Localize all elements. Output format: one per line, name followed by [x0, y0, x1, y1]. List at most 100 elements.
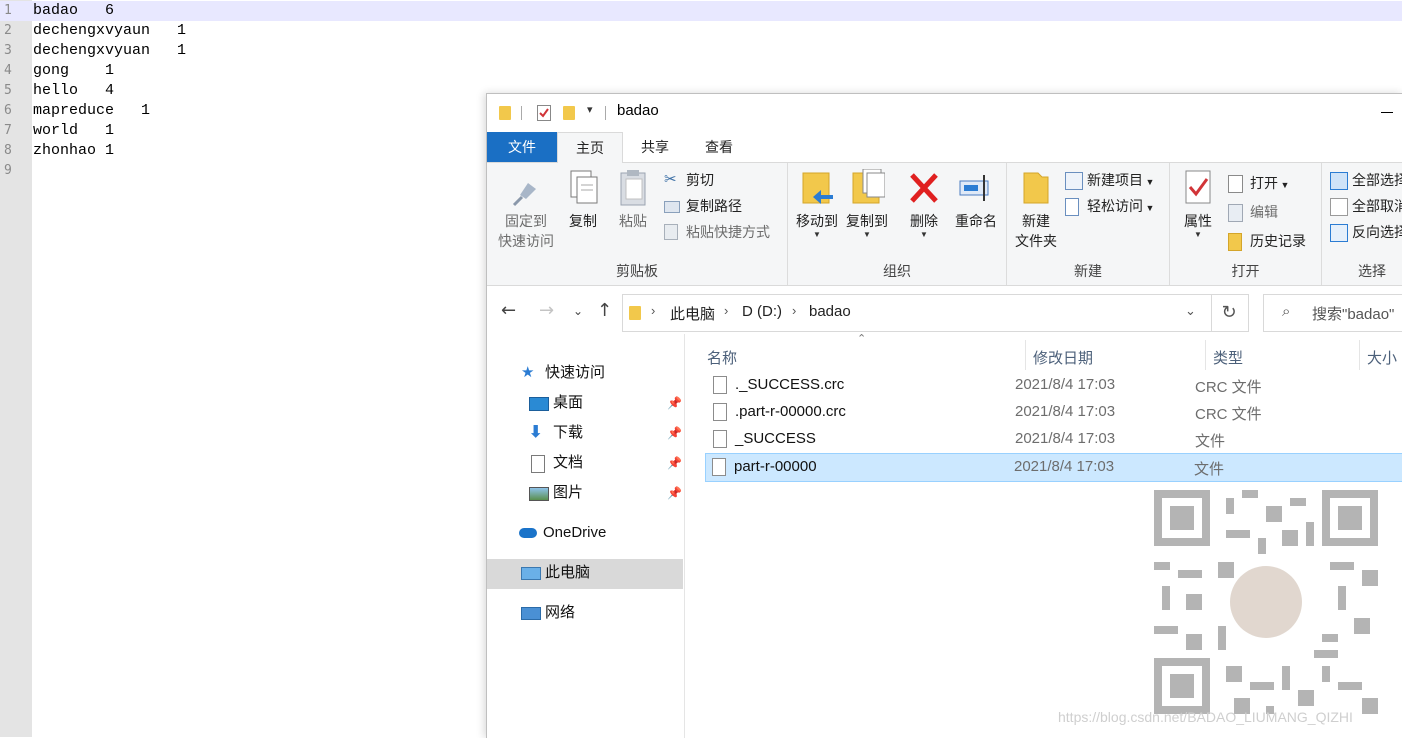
nav-label: 图片 — [553, 484, 584, 501]
properties-button[interactable]: 属性 ▼ — [1174, 169, 1222, 239]
editor-line[interactable]: 1 badao 6 — [0, 1, 1402, 21]
file-name: _SUCCESS — [735, 430, 816, 447]
editor-line[interactable]: 4 gong 1 — [0, 61, 1402, 81]
new-item-icon — [1065, 172, 1083, 190]
rename-button[interactable]: 重命名 — [950, 169, 1002, 231]
edit-label: 编辑 — [1250, 204, 1278, 220]
nav-label: 快速访问 — [545, 364, 606, 381]
address-dropdown-icon[interactable]: ⌄ — [1185, 303, 1196, 319]
breadcrumb-drive-d[interactable]: D (D:) — [742, 303, 782, 320]
group-organize: 移动到 ▼ 复制到 ▼ 删除 ▼ 重命名 组织 — [788, 163, 1007, 285]
tab-file[interactable]: 文件 — [487, 132, 557, 162]
nav-desktop[interactable]: 桌面 📌 — [529, 388, 684, 418]
file-row-selected[interactable]: part-r-00000 2021/8/4 17:03 文件 — [705, 453, 1402, 482]
pin-icon[interactable]: 📌 — [667, 418, 682, 448]
pin-icon[interactable]: 📌 — [667, 388, 682, 418]
paste-shortcut-button[interactable]: 粘贴快捷方式 — [664, 221, 770, 243]
new-item-button[interactable]: 新建项目 ▼ — [1065, 169, 1154, 191]
forward-arrow-icon[interactable]: → — [539, 300, 554, 321]
chevron-right-icon[interactable]: › — [792, 303, 796, 318]
copy-path-icon — [664, 201, 680, 213]
column-divider[interactable] — [1359, 340, 1360, 370]
new-item-label: 新建项目 — [1087, 172, 1143, 188]
easy-access-button[interactable]: 轻松访问 ▼ — [1065, 195, 1154, 217]
copy-to-button[interactable]: 复制到 ▼ — [842, 168, 892, 239]
nav-label: 桌面 — [553, 394, 584, 411]
chevron-right-icon[interactable]: › — [724, 303, 728, 318]
recent-locations-chevron-icon[interactable]: ⌄ — [573, 304, 583, 318]
breadcrumb-this-pc[interactable]: 此电脑 — [670, 303, 715, 324]
move-to-label: 移动到 — [796, 213, 838, 229]
customize-quick-access-icon[interactable]: ▾ — [587, 103, 593, 116]
tab-share[interactable]: 共享 — [623, 132, 687, 162]
line-number: 7 — [4, 123, 12, 138]
search-icon: ⌕ — [1282, 302, 1291, 320]
properties-label: 属性 — [1184, 213, 1212, 229]
pin-to-quick-access-button[interactable]: 固定到 快速访问 — [495, 169, 557, 251]
file-name: .part-r-00000.crc — [735, 403, 846, 420]
file-row[interactable]: ._SUCCESS.crc 2021/8/4 17:03 CRC 文件 — [707, 372, 1402, 399]
pin-icon[interactable]: 📌 — [667, 448, 682, 478]
file-type: 文件 — [1195, 433, 1226, 450]
invert-selection-button[interactable]: 反向选择 — [1330, 221, 1402, 243]
new-folder-quick-icon[interactable] — [563, 106, 575, 120]
tab-view[interactable]: 查看 — [687, 132, 751, 162]
dropdown-arrow-icon: ▼ — [1194, 230, 1202, 239]
group-open: 属性 ▼ 打开 ▼ 编辑 历史记录 打开 — [1170, 163, 1322, 285]
column-header-date[interactable]: 修改日期 — [1033, 347, 1093, 368]
nav-label: 下载 — [553, 424, 584, 441]
paste-button[interactable]: 粘贴 — [609, 169, 657, 231]
search-box[interactable]: ⌕ 搜索"badao" — [1263, 294, 1402, 332]
line-number: 4 — [4, 63, 12, 78]
column-divider[interactable] — [1205, 340, 1206, 370]
new-folder-button[interactable]: 新建 文件夹 — [1011, 169, 1061, 251]
easy-access-icon — [1065, 198, 1079, 216]
select-all-button[interactable]: 全部选择 — [1330, 169, 1402, 191]
open-button[interactable]: 打开 ▼ — [1228, 172, 1289, 194]
nav-downloads[interactable]: ⬇ 下载 📌 — [529, 418, 684, 448]
file-row[interactable]: _SUCCESS 2021/8/4 17:03 文件 — [707, 426, 1402, 453]
editor-line[interactable]: 3 dechengxvyuan 1 — [0, 41, 1402, 61]
nav-pictures[interactable]: 图片 📌 — [529, 478, 684, 508]
edit-button[interactable]: 编辑 — [1228, 201, 1278, 223]
invert-selection-label: 反向选择 — [1352, 224, 1402, 240]
group-select: 全部选择 全部取消 反向选择 选择 — [1322, 163, 1402, 285]
rename-label: 重命名 — [955, 213, 997, 229]
breadcrumb-badao[interactable]: badao — [809, 303, 851, 320]
select-none-button[interactable]: 全部取消 — [1330, 195, 1402, 217]
tab-home[interactable]: 主页 — [557, 132, 623, 164]
column-header-type[interactable]: 类型 — [1213, 347, 1243, 368]
ribbon-tabs: 文件 主页 共享 查看 — [487, 132, 1402, 164]
pin-icon[interactable]: 📌 — [667, 478, 682, 508]
properties-icon — [1185, 170, 1211, 204]
star-icon: ★ — [521, 364, 535, 381]
minimize-button[interactable] — [1381, 112, 1393, 113]
nav-documents[interactable]: 文档 📌 — [529, 448, 684, 478]
folder-icon — [499, 106, 511, 120]
history-button[interactable]: 历史记录 — [1228, 230, 1306, 252]
select-none-icon — [1330, 198, 1348, 216]
group-new: 新建 文件夹 新建项目 ▼ 轻松访问 ▼ 新建 — [1007, 163, 1170, 285]
back-arrow-icon[interactable]: ← — [501, 300, 516, 321]
copy-path-button[interactable]: 复制路径 — [664, 195, 742, 217]
window-title: badao — [617, 102, 659, 119]
line-text: dechengxvyaun 1 — [33, 22, 187, 39]
line-text: hello 4 — [33, 82, 115, 99]
line-number: 3 — [4, 43, 12, 58]
column-header-name[interactable]: 名称 — [707, 347, 737, 368]
column-divider[interactable] — [1025, 340, 1026, 370]
delete-button[interactable]: 删除 ▼ — [902, 169, 946, 239]
address-bar[interactable]: › 此电脑 › D (D:) › badao ⌄ — [622, 294, 1212, 332]
copy-button[interactable]: 复制 — [559, 169, 607, 231]
file-type: 文件 — [1194, 461, 1225, 478]
cut-button[interactable]: ✂ 剪切 — [664, 169, 714, 191]
column-header-size[interactable]: 大小 — [1367, 347, 1397, 368]
refresh-button[interactable]: ↻ — [1210, 294, 1249, 332]
up-arrow-icon[interactable]: ↑ — [597, 300, 612, 321]
properties-check-icon[interactable] — [537, 105, 551, 121]
file-row[interactable]: .part-r-00000.crc 2021/8/4 17:03 CRC 文件 — [707, 399, 1402, 426]
editor-line[interactable]: 2 dechengxvyaun 1 — [0, 21, 1402, 41]
chevron-right-icon[interactable]: › — [651, 303, 655, 318]
move-to-button[interactable]: 移动到 ▼ — [792, 169, 842, 239]
watermark-text: https://blog.csdn.net/BADAO_LIUMANG_QIZH… — [1058, 709, 1353, 725]
